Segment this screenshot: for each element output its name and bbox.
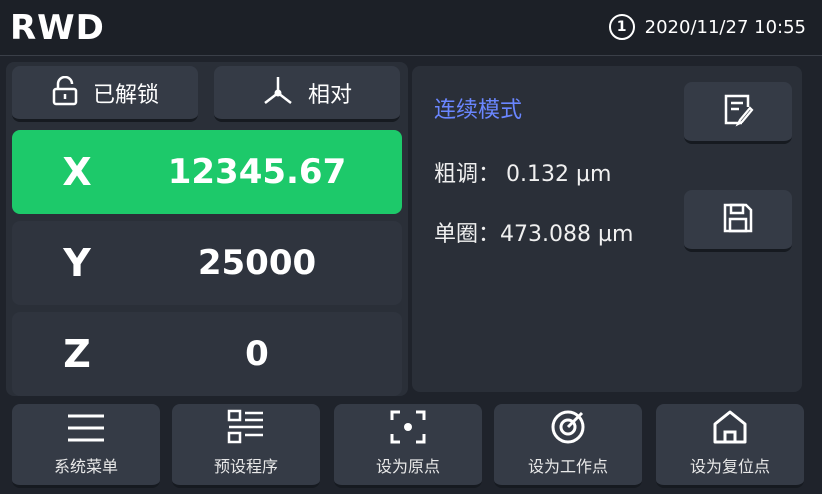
axis-value: 0 [245, 334, 269, 374]
axis-name: X [62, 150, 92, 194]
edit-note-icon [722, 93, 754, 131]
home-icon [711, 409, 749, 449]
target-icon [549, 409, 587, 449]
preset-program-button[interactable]: 预设程序 [172, 404, 320, 488]
list-icon [226, 409, 266, 449]
notification-badge[interactable]: 1 [608, 14, 635, 40]
focus-icon [389, 409, 427, 449]
turn-value: 473.088 µm [500, 222, 634, 247]
coordinate-axes-icon [262, 75, 294, 111]
edit-button[interactable] [684, 82, 792, 144]
tab-label: 设为原点 [375, 457, 440, 476]
status-right: 1 2020/11/27 10:55 [608, 14, 806, 40]
lock-button[interactable]: 已解锁 [12, 66, 198, 122]
tab-label: 预设程序 [213, 457, 278, 476]
axis-row-y[interactable]: Y 25000 [12, 221, 402, 305]
unlock-icon [51, 75, 79, 110]
tab-label: 系统菜单 [53, 457, 118, 476]
save-button[interactable] [684, 190, 792, 252]
mode-title[interactable]: 连续模式 [434, 92, 522, 124]
turn-label: 单圈： [434, 222, 501, 247]
coarse-readout: 粗调： 0.132 µm [434, 156, 611, 188]
coarse-value: 0.132 µm [506, 162, 612, 187]
axis-name: Z [63, 332, 91, 376]
turn-readout: 单圈：473.088 µm [434, 216, 633, 248]
coarse-label: 粗调： [434, 162, 501, 187]
axis-value: 12345.67 [167, 152, 347, 192]
system-menu-button[interactable]: 系统菜单 [12, 404, 160, 488]
relative-mode-button[interactable]: 相对 [214, 66, 400, 122]
lock-label: 已解锁 [92, 82, 159, 108]
axis-value: 25000 [197, 243, 317, 283]
coord-mode-label: 相对 [307, 82, 352, 108]
menu-icon [66, 411, 106, 449]
set-work-point-button[interactable]: 设为工作点 [494, 404, 642, 488]
set-origin-button[interactable]: 设为原点 [334, 404, 482, 488]
axis-row-z[interactable]: Z 0 [12, 312, 402, 396]
status-bar: RWD 1 2020/11/27 10:55 [0, 0, 822, 56]
brand-logo: RWD [10, 8, 105, 48]
save-icon [722, 202, 754, 238]
set-reset-point-button[interactable]: 设为复位点 [656, 404, 804, 488]
datetime: 2020/11/27 10:55 [644, 16, 806, 38]
tab-label: 设为复位点 [689, 457, 770, 476]
tab-label: 设为工作点 [527, 457, 608, 476]
axis-name: Y [63, 241, 91, 285]
axis-row-x[interactable]: X 12345.67 [12, 130, 402, 214]
